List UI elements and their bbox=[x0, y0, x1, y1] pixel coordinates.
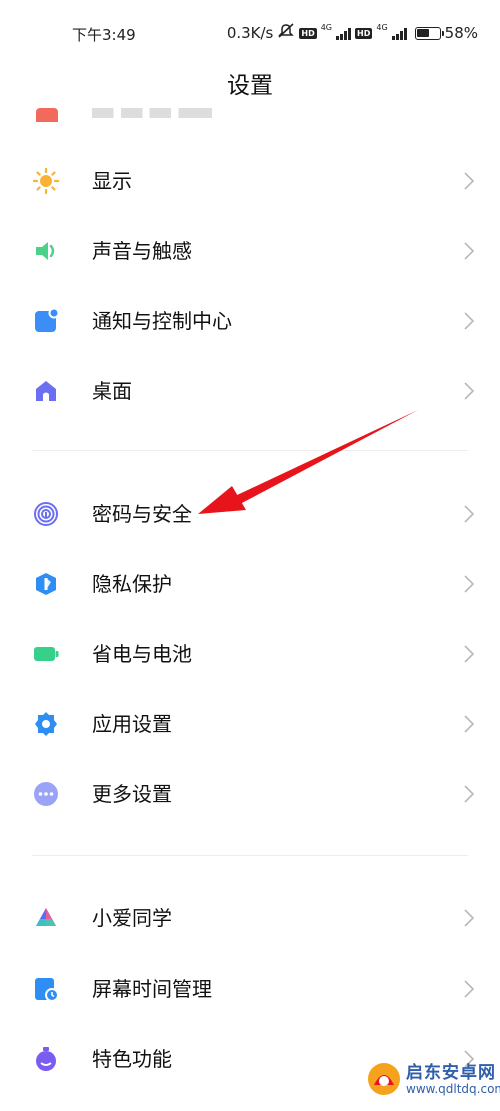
page-title: 设置 bbox=[227, 73, 273, 99]
chevron-right-icon bbox=[462, 782, 476, 806]
notification-icon bbox=[32, 307, 60, 335]
more-dots-icon bbox=[32, 780, 60, 808]
special-features-icon bbox=[32, 1045, 60, 1073]
setting-item-password-security[interactable]: 密码与安全 bbox=[0, 478, 500, 548]
setting-item-privacy[interactable]: 隐私保护 bbox=[0, 548, 500, 618]
setting-item-sound[interactable]: 声音与触感 bbox=[0, 215, 500, 285]
chevron-right-icon bbox=[462, 572, 476, 596]
watermark-name: 启东安卓网 bbox=[406, 1063, 496, 1083]
status-bar: 下午3:49 0.3K/s HD 4G HD 4G 58% bbox=[0, 0, 500, 68]
battery-fill bbox=[417, 29, 429, 37]
mute-icon bbox=[277, 23, 295, 43]
setting-label: 声音与触感 bbox=[92, 239, 192, 263]
setting-label: 应用设置 bbox=[92, 712, 172, 736]
watermark: 启东安卓网 www.qdltdq.com bbox=[364, 1057, 500, 1103]
setting-item-battery[interactable]: 省电与电池 bbox=[0, 618, 500, 688]
battery-level: 58% bbox=[444, 24, 478, 42]
gear-icon bbox=[32, 710, 60, 738]
setting-item-screen-time[interactable]: 屏幕时间管理 bbox=[0, 953, 500, 1023]
group-divider bbox=[32, 855, 468, 856]
chevron-right-icon bbox=[462, 712, 476, 736]
setting-label: 隐私保护 bbox=[92, 572, 172, 596]
chevron-right-icon bbox=[462, 906, 476, 930]
setting-label: 显示 bbox=[92, 169, 132, 193]
privacy-shield-icon bbox=[32, 570, 60, 598]
setting-label: 密码与安全 bbox=[92, 502, 192, 526]
signal-icon bbox=[391, 27, 407, 40]
setting-label: 省电与电池 bbox=[92, 642, 192, 666]
fingerprint-icon bbox=[32, 500, 60, 528]
hd-icon: HD bbox=[355, 27, 373, 39]
watermark-url: www.qdltdq.com bbox=[406, 1082, 500, 1096]
setting-label: 通知与控制中心 bbox=[92, 309, 232, 333]
setting-label: 桌面 bbox=[92, 379, 132, 403]
status-indicators: 0.3K/s HD 4G HD 4G 58% bbox=[227, 22, 478, 44]
hd-icon: HD bbox=[299, 27, 317, 39]
setting-label: 特色功能 bbox=[92, 1047, 172, 1071]
setting-item-home-screen[interactable]: 桌面 bbox=[0, 355, 500, 425]
group-divider bbox=[32, 450, 468, 451]
setting-item-more-settings[interactable]: 更多设置 bbox=[0, 758, 500, 828]
setting-label: 小爱同学 bbox=[92, 906, 172, 930]
network-type-2: 4G bbox=[376, 22, 388, 32]
speaker-icon bbox=[32, 237, 60, 265]
partially-hidden-setting-row[interactable] bbox=[0, 100, 500, 122]
network-speed: 0.3K/s bbox=[226, 24, 274, 42]
home-icon bbox=[32, 377, 60, 405]
xiaoai-icon bbox=[32, 904, 60, 932]
setting-label: 更多设置 bbox=[92, 782, 172, 806]
chevron-right-icon bbox=[462, 169, 476, 193]
status-time: 下午3:49 bbox=[72, 26, 136, 44]
battery-icon bbox=[32, 640, 60, 668]
chevron-right-icon bbox=[462, 309, 476, 333]
setting-item-app-settings[interactable]: 应用设置 bbox=[0, 688, 500, 758]
sun-icon bbox=[32, 167, 60, 195]
chevron-right-icon bbox=[462, 239, 476, 263]
chevron-right-icon bbox=[462, 502, 476, 526]
partially-hidden-icon bbox=[36, 108, 58, 122]
chevron-right-icon bbox=[462, 977, 476, 1001]
signal-icon bbox=[336, 27, 352, 40]
setting-item-xiaoai[interactable]: 小爱同学 bbox=[0, 882, 500, 952]
setting-item-notifications[interactable]: 通知与控制中心 bbox=[0, 285, 500, 355]
setting-label: 屏幕时间管理 bbox=[92, 977, 212, 1001]
screen-time-icon bbox=[32, 975, 60, 1003]
chevron-right-icon bbox=[462, 379, 476, 403]
chevron-right-icon bbox=[462, 642, 476, 666]
network-type-1: 4G bbox=[320, 22, 333, 32]
partially-hidden-label bbox=[92, 108, 212, 118]
setting-item-display[interactable]: 显示 bbox=[0, 145, 500, 215]
watermark-logo-icon bbox=[366, 1061, 402, 1097]
battery-icon bbox=[414, 26, 444, 40]
